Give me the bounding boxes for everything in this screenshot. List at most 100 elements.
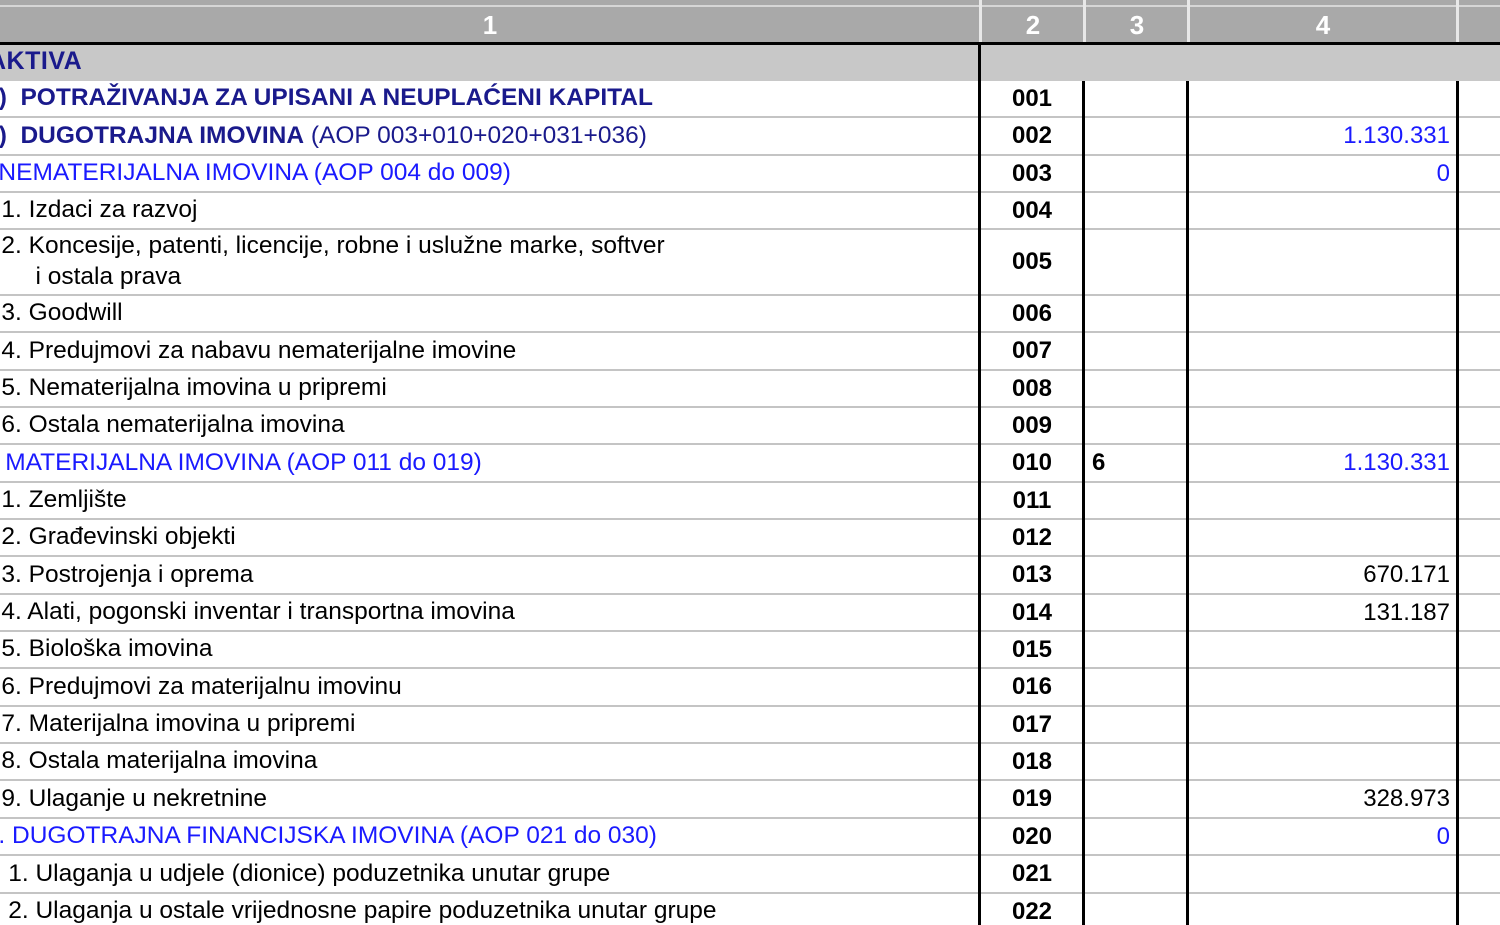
- note-number: [1084, 669, 1188, 705]
- amount-value: [1188, 520, 1458, 555]
- section-band: AKTIVA: [0, 45, 1500, 81]
- amount-value: 1.130.331: [1343, 449, 1450, 476]
- aop-code: 002: [1011, 122, 1053, 149]
- row-description: 4. Alati, pogonski inventar i transportn…: [0, 595, 980, 630]
- aop-code: 006: [1011, 299, 1053, 327]
- row-label: 1. Izdaci za razvoj: [0, 194, 198, 225]
- row-description: 8. Ostala materijalna imovina: [0, 744, 980, 779]
- column-line: [978, 45, 981, 925]
- row-label: 7. Materijalna imovina u pripremi: [0, 708, 355, 739]
- table-row: 2. Građevinski objekti 012: [0, 520, 1500, 557]
- row-prefix: B): [0, 122, 20, 149]
- section-title: AKTIVA: [0, 47, 83, 75]
- row-description: 1. Izdaci za razvoj: [0, 193, 980, 228]
- table-row: 1. Zemljište 011: [0, 483, 1500, 520]
- row-label: 2. Koncesije, patenti, licencije, robne …: [0, 230, 665, 292]
- note-number: [1084, 296, 1188, 331]
- table-row: II. MATERIJALNA IMOVINA (AOP 011 do 019)…: [0, 445, 1500, 483]
- amount-value: [1188, 632, 1458, 667]
- row-label: 2. Građevinski objekti: [0, 521, 236, 552]
- row-description: 2. Građevinski objekti: [0, 520, 980, 555]
- row-description: III. DUGOTRAJNA FINANCIJSKA IMOVINA (AOP…: [0, 819, 980, 854]
- amount-value: 0: [1436, 159, 1450, 187]
- aop-code: 007: [1011, 337, 1053, 364]
- table-row: 5. Nematerijalna imovina u pripremi 008: [0, 371, 1500, 408]
- note-number: [1084, 156, 1188, 191]
- amount-value: [1188, 296, 1458, 331]
- aop-code: 003: [1011, 159, 1053, 187]
- amount-value: [1188, 856, 1458, 892]
- table-row: 3. Goodwill 006: [0, 296, 1500, 333]
- aop-code: 001: [1011, 84, 1053, 112]
- row-label-text: 2. Koncesije, patenti, licencije, robne …: [1, 232, 665, 290]
- row-description: II. MATERIJALNA IMOVINA (AOP 011 do 019): [0, 445, 980, 481]
- row-label-text: NEMATERIJALNA IMOVINA (AOP 004 do 009): [0, 159, 511, 186]
- row-label-text: 1. Zemljište: [1, 486, 127, 513]
- row-label-text: 7. Materijalna imovina u pripremi: [0, 710, 356, 737]
- aop-code: 018: [1011, 747, 1053, 775]
- note-number: [1084, 371, 1188, 406]
- row-label-text: 5. Nematerijalna imovina u pripremi: [0, 374, 387, 401]
- row-label-text: 8. Ostala materijalna imovina: [0, 747, 318, 774]
- row-label: B) DUGOTRAJNA IMOVINA (AOP 003+010+020+0…: [0, 120, 647, 151]
- row-description: 2. Ulaganja u ostale vrijednosne papire …: [0, 894, 980, 925]
- aop-code: 017: [1011, 710, 1053, 738]
- row-label-text: 2. Građevinski objekti: [0, 523, 236, 550]
- row-description: 1. Ulaganja u udjele (dionice) poduzetni…: [0, 856, 980, 892]
- table-row: A) POTRAŽIVANJA ZA UPISANI A NEUPLAĆENI …: [0, 81, 1500, 118]
- row-label: 5. Nematerijalna imovina u pripremi: [0, 372, 387, 403]
- row-description: 3. Goodwill: [0, 296, 980, 331]
- column-header-band: 1 2 3 4: [0, 0, 1500, 45]
- column-line: [1082, 81, 1085, 925]
- table-row: 9. Ulaganje u nekretnine 019 328.973: [0, 781, 1500, 819]
- note-number: [1084, 707, 1188, 742]
- row-label-text: 3. Postrojenja i oprema: [0, 560, 254, 588]
- table-row: B) DUGOTRAJNA IMOVINA (AOP 003+010+020+0…: [0, 118, 1500, 156]
- row-label-text: DUGOTRAJNA FINANCIJSKA IMOVINA (AOP 021 …: [12, 822, 657, 849]
- row-description: I. NEMATERIJALNA IMOVINA (AOP 004 do 009…: [0, 156, 980, 191]
- table-row: 1. Izdaci za razvoj 004: [0, 193, 1500, 230]
- table-row: 6. Ostala nematerijalna imovina 009: [0, 408, 1500, 445]
- note-number: [1084, 632, 1188, 667]
- row-label: 4. Predujmovi za nabavu nematerijalne im…: [0, 335, 516, 366]
- aop-code: 004: [1011, 196, 1053, 224]
- aop-code: 010: [1011, 449, 1053, 476]
- row-label-text: 1. Izdaci za razvoj: [0, 196, 198, 223]
- column-line: [1186, 81, 1189, 925]
- row-label-text: 4. Alati, pogonski inventar i transportn…: [0, 598, 515, 625]
- aop-code: 013: [1011, 561, 1053, 588]
- table-row: 8. Ostala materijalna imovina 018: [0, 744, 1500, 781]
- table-row: 4. Alati, pogonski inventar i transportn…: [0, 595, 1500, 632]
- amount-value: [1188, 744, 1458, 779]
- amount-value: [1188, 371, 1458, 406]
- note-number: [1084, 557, 1188, 593]
- row-label: 6. Predujmovi za materijalnu imovinu: [0, 671, 401, 702]
- note-number: [1084, 781, 1188, 817]
- note-number: [1084, 118, 1188, 154]
- table-row: III. DUGOTRAJNA FINANCIJSKA IMOVINA (AOP…: [0, 819, 1500, 856]
- note-number: [1084, 856, 1188, 892]
- header-separator: [1187, 0, 1190, 45]
- aop-code: 019: [1011, 785, 1053, 812]
- row-description: 2. Koncesije, patenti, licencije, robne …: [0, 230, 980, 294]
- table-row: 1. Ulaganja u udjele (dionice) poduzetni…: [0, 856, 1500, 894]
- row-description: B) DUGOTRAJNA IMOVINA (AOP 003+010+020+0…: [0, 118, 980, 154]
- row-description: 1. Zemljište: [0, 483, 980, 518]
- note-number: [1084, 193, 1188, 228]
- row-label: 2. Ulaganja u ostale vrijednosne papire …: [0, 895, 716, 925]
- row-description: 6. Ostala nematerijalna imovina: [0, 408, 980, 443]
- amount-value: [1188, 408, 1458, 443]
- amount-value: [1188, 193, 1458, 228]
- note-number: [1084, 230, 1188, 294]
- note-number: [1084, 408, 1188, 443]
- table-row: I. NEMATERIJALNA IMOVINA (AOP 004 do 009…: [0, 156, 1500, 193]
- table-row: 7. Materijalna imovina u pripremi 017: [0, 707, 1500, 744]
- aop-code: 015: [1011, 635, 1053, 663]
- note-number: 6: [1092, 449, 1106, 476]
- amount-value: [1188, 707, 1458, 742]
- row-description: 7. Materijalna imovina u pripremi: [0, 707, 980, 742]
- header-separator: [1083, 0, 1086, 45]
- row-label-text: 6. Ostala nematerijalna imovina: [0, 411, 345, 438]
- row-label: III. DUGOTRAJNA FINANCIJSKA IMOVINA (AOP…: [0, 820, 657, 851]
- column-header-1: 1: [482, 10, 498, 40]
